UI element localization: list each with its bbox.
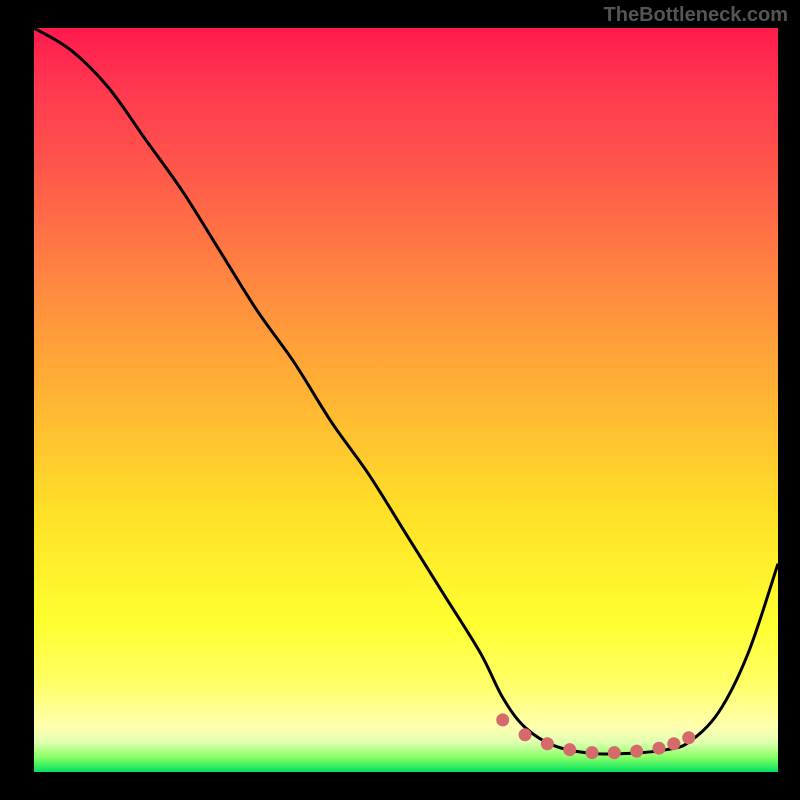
highlight-dot <box>541 737 554 750</box>
bottleneck-curve <box>34 28 778 754</box>
highlight-dot <box>652 742 665 755</box>
highlight-dot <box>519 728 532 741</box>
highlight-dot <box>630 745 643 758</box>
watermark-text: TheBottleneck.com <box>604 4 788 27</box>
chart-container: TheBottleneck.com <box>0 0 800 800</box>
highlight-dot <box>682 731 695 744</box>
plot-area <box>34 28 778 772</box>
highlight-dot <box>667 737 680 750</box>
highlight-dot <box>608 746 621 759</box>
highlight-dot <box>563 743 576 756</box>
curve-svg <box>34 28 778 772</box>
dots-layer <box>496 713 695 759</box>
highlight-dot <box>586 746 599 759</box>
highlight-dot <box>496 713 509 726</box>
curve-layer <box>34 28 778 754</box>
